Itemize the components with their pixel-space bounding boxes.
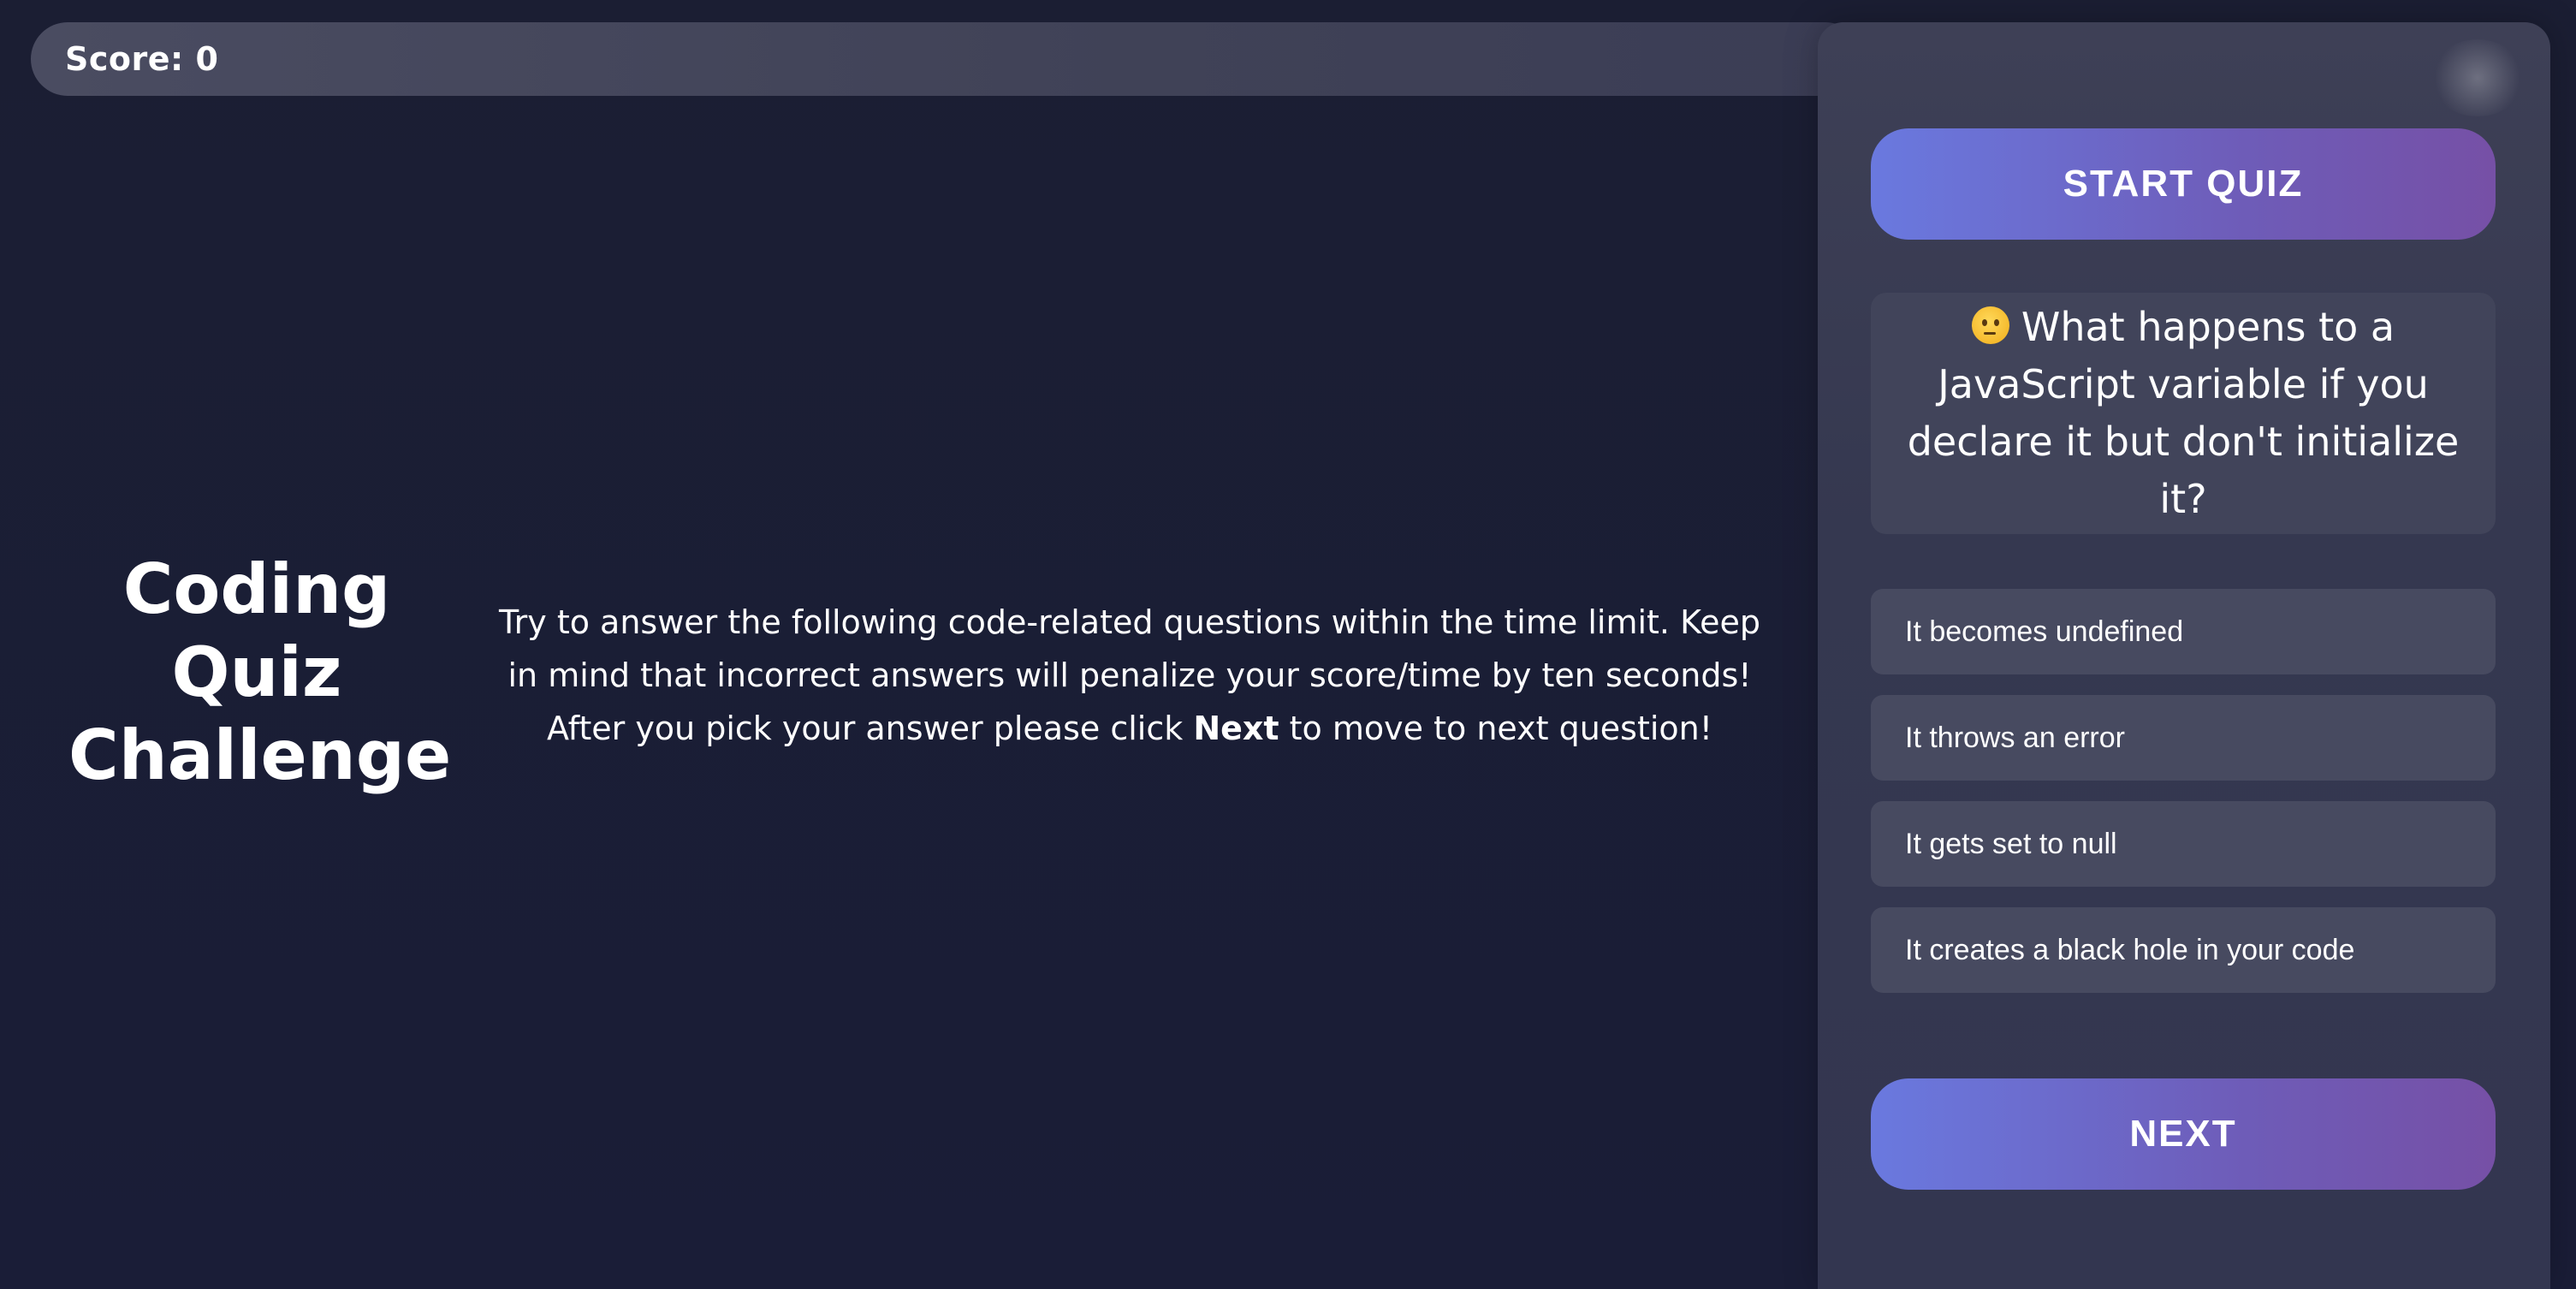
question-box: What happens to a JavaScript variable if… — [1871, 293, 2496, 534]
next-button[interactable]: NEXT — [1871, 1078, 2496, 1190]
answer-option[interactable]: It becomes undefined — [1871, 589, 2496, 674]
title-line-1: Coding — [122, 549, 391, 629]
answer-option[interactable]: It creates a black hole in your code — [1871, 907, 2496, 993]
instructions-bold-next: Next — [1193, 710, 1279, 747]
score-label: Score: 0 — [65, 40, 219, 78]
title-line-2: Quiz — [171, 633, 342, 712]
quiz-panel: START QUIZ What happens to a JavaScript … — [1818, 22, 2550, 1289]
panel-glow-decoration — [2431, 39, 2525, 116]
answer-list: It becomes undefined It throws an error … — [1871, 589, 2496, 1013]
title-line-3: Challenge — [68, 716, 452, 795]
page-title: Coding Quiz Challenge — [68, 548, 452, 797]
start-quiz-button[interactable]: START QUIZ — [1871, 128, 2496, 240]
instructions-text-after: to move to next question! — [1279, 710, 1712, 747]
answer-option[interactable]: It gets set to null — [1871, 801, 2496, 887]
instructions-text: Try to answer the following code-related… — [479, 596, 1780, 755]
score-bar: Score: 0 — [31, 22, 1862, 96]
thinking-face-icon — [1971, 306, 2009, 344]
answer-option[interactable]: It throws an error — [1871, 695, 2496, 781]
question-text-wrapper: What happens to a JavaScript variable if… — [1893, 299, 2473, 528]
